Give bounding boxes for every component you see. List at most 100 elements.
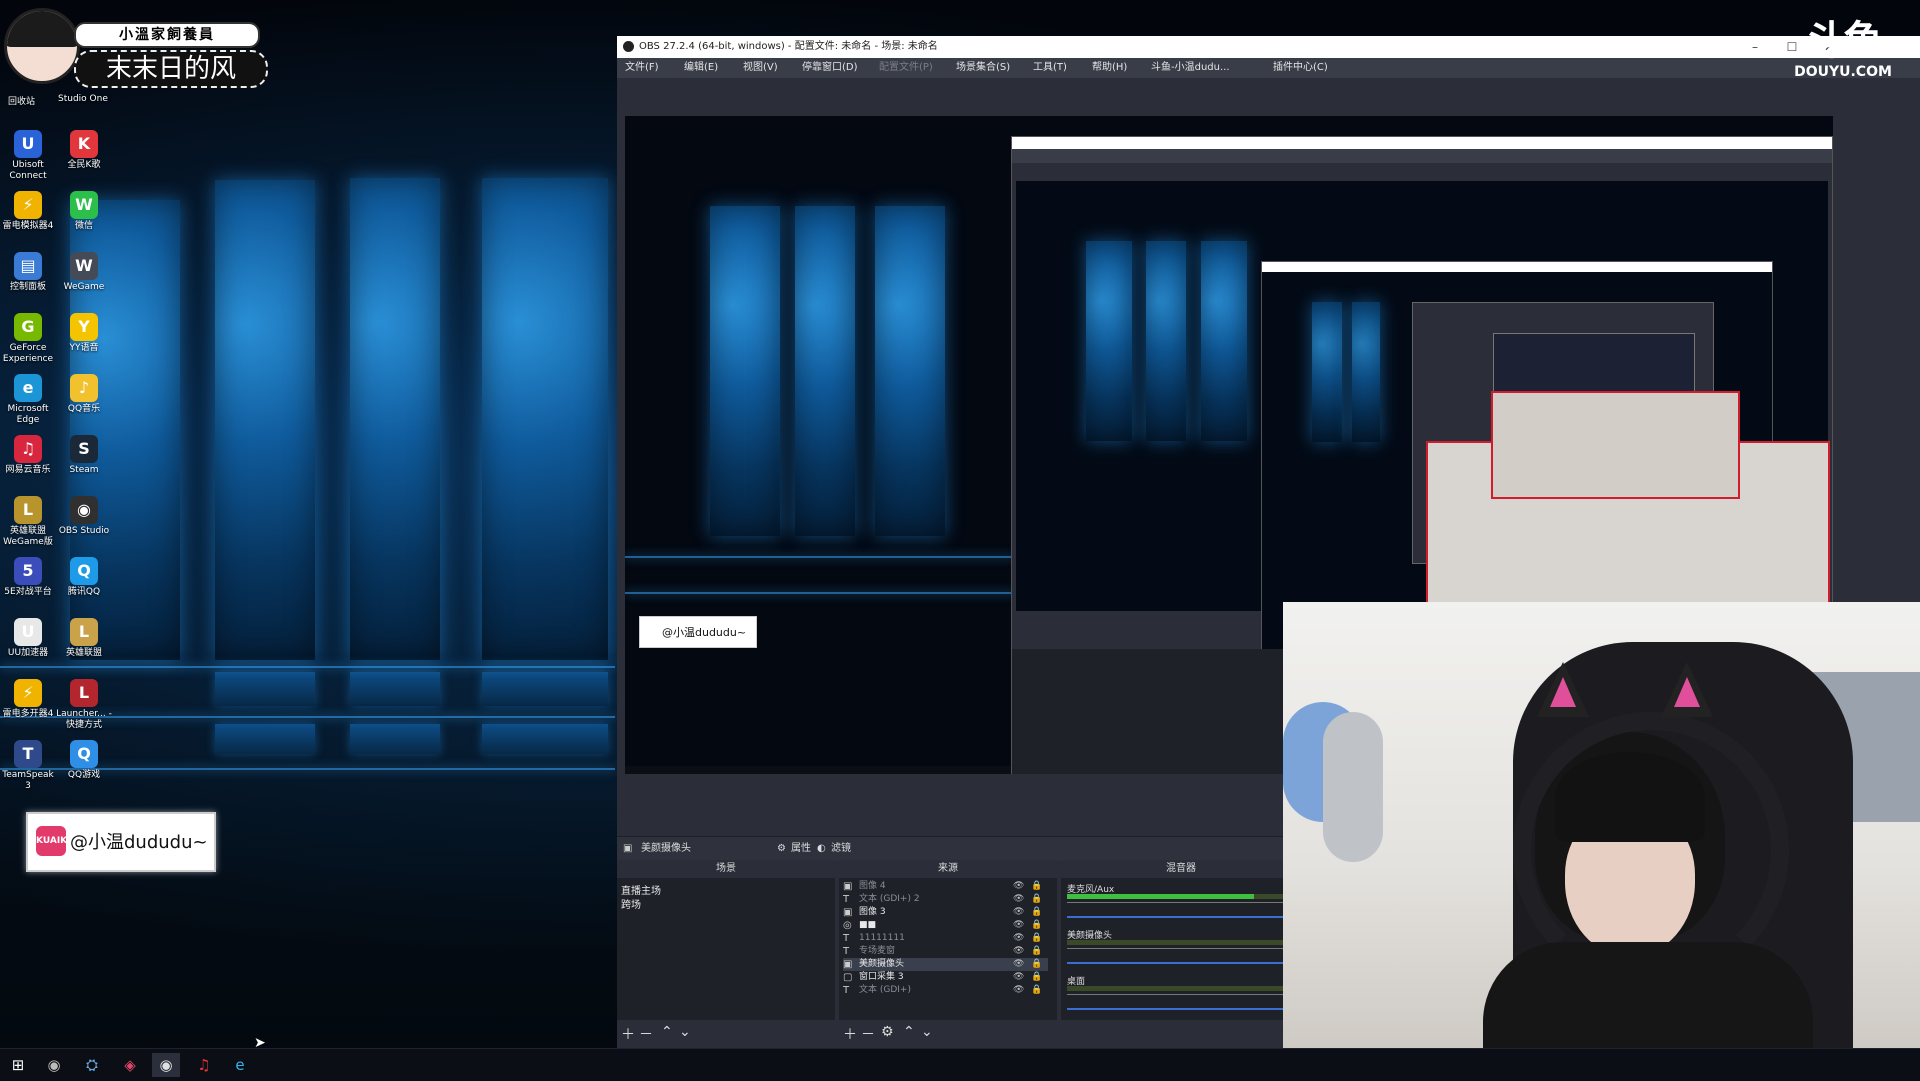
desktop-icon[interactable]: ⚡ 雷电模拟器4 <box>0 191 56 232</box>
volume-slider[interactable] <box>1067 1008 1287 1010</box>
desktop-icon-label: 腾讯QQ <box>67 587 101 597</box>
filter-icon[interactable]: ◐ <box>817 837 826 861</box>
desktop-icon[interactable]: G GeForce Experience <box>0 313 56 365</box>
gear-icon[interactable]: ⚙ <box>777 837 786 861</box>
menu-item[interactable]: 视图(V) <box>743 58 778 78</box>
volume-slider[interactable] <box>1067 916 1287 918</box>
source-row[interactable]: T 文本 (GDI+) 2 👁 🔒 <box>843 893 1048 906</box>
obs-taskbar-icon[interactable]: ◉ <box>40 1053 68 1077</box>
desktop-icon[interactable]: L Launcher... - 快捷方式 <box>56 679 112 731</box>
desktop-icon[interactable]: W 微信 <box>56 191 112 232</box>
desktop-icon[interactable]: Q QQ游戏 <box>56 740 112 781</box>
source-down-button[interactable]: ⌄ <box>921 1024 933 1040</box>
source-name: 文本 (GDI+) <box>859 985 911 995</box>
desktop-icon[interactable]: T TeamSpeak 3 <box>0 740 56 792</box>
lock-icon[interactable]: 🔒 <box>1031 984 1042 997</box>
menu-item[interactable]: 斗鱼-小温dudu... <box>1151 58 1230 78</box>
lock-icon[interactable]: 🔒 <box>1031 919 1042 932</box>
desktop-icon[interactable]: ◉ OBS Studio <box>56 496 112 537</box>
edge-taskbar-icon[interactable]: e <box>226 1053 254 1077</box>
source-row[interactable]: ▣ 图像 3 👁 🔒 <box>843 906 1048 919</box>
add-source-button[interactable]: ＋ <box>843 1024 857 1044</box>
desktop-icon[interactable]: Y YY语音 <box>56 313 112 354</box>
source-up-button[interactable]: ⌃ <box>903 1024 915 1040</box>
windows-start-icon[interactable]: ⊞ <box>4 1053 32 1077</box>
source-row[interactable]: T 专场麦窗 👁 🔒 <box>843 945 1048 958</box>
menu-item[interactable]: 文件(F) <box>625 58 659 78</box>
desktop-icon[interactable]: 5 5E对战平台 <box>0 557 56 598</box>
source-row[interactable]: ▢ 窗口采集 3 👁 🔒 <box>843 971 1048 984</box>
wallpaper-pane <box>215 724 315 754</box>
lock-icon[interactable]: 🔒 <box>1031 958 1042 971</box>
visibility-eye-icon[interactable]: 👁 <box>1013 906 1024 919</box>
remove-source-button[interactable]: － <box>861 1024 875 1044</box>
desktop-icon[interactable]: e Microsoft Edge <box>0 374 56 426</box>
minimize-icon[interactable]: – <box>1740 36 1770 58</box>
filters-button[interactable]: 滤镜 <box>831 837 851 861</box>
visibility-eye-icon[interactable]: 👁 <box>1013 932 1024 945</box>
obs-title-bar[interactable]: OBS 27.2.4 (64-bit, windows) - 配置文件: 未命名… <box>617 36 1920 58</box>
wallpaper-pane <box>482 672 608 706</box>
lock-icon[interactable]: 🔒 <box>1031 906 1042 919</box>
scene-up-button[interactable]: ⌃ <box>661 1024 673 1040</box>
lock-icon[interactable]: 🔒 <box>1031 893 1042 906</box>
source-row[interactable]: T 11111111 👁 🔒 <box>843 932 1048 945</box>
desktop-icon[interactable]: W WeGame <box>56 252 112 293</box>
desktop-icon[interactable]: U Ubisoft Connect <box>0 130 56 182</box>
app-taskbar-icon[interactable]: ◈ <box>116 1053 144 1077</box>
audio-mixer[interactable]: 麦克风/Aux 美颜摄像头 桌面 <box>1061 878 1301 1020</box>
visibility-eye-icon[interactable]: 👁 <box>1013 971 1024 984</box>
source-row[interactable]: ◎ ■■ 👁 🔒 <box>843 919 1048 932</box>
desktop-icon[interactable]: L 英雄联盟 <box>56 618 112 659</box>
add-scene-button[interactable]: ＋ <box>621 1024 635 1044</box>
desktop-icon[interactable]: K 全民K歌 <box>56 130 112 171</box>
visibility-eye-icon[interactable]: 👁 <box>1013 958 1024 971</box>
visibility-eye-icon[interactable]: 👁 <box>1013 919 1024 932</box>
preview-taskbar <box>625 766 1015 774</box>
desktop-icon-label[interactable]: 回收站 <box>8 94 35 107</box>
scene-item[interactable]: 直播主场 <box>621 882 661 897</box>
menu-item[interactable]: 工具(T) <box>1033 58 1067 78</box>
source-row[interactable]: ▣ 美颜摄像头 👁 🔒 <box>843 958 1048 971</box>
lock-icon[interactable]: 🔒 <box>1031 945 1042 958</box>
desktop-icon[interactable]: ▤ 控制面板 <box>0 252 56 293</box>
menu-item[interactable]: 编辑(E) <box>684 58 718 78</box>
wallpaper-pane <box>215 180 315 660</box>
menu-item[interactable]: 插件中心(C) <box>1273 58 1328 78</box>
desktop-icon[interactable]: ♫ 网易云音乐 <box>0 435 56 476</box>
visibility-eye-icon[interactable]: 👁 <box>1013 893 1024 906</box>
scene-item[interactable]: 跨场 <box>621 896 641 911</box>
desktop-icon[interactable]: ⚡ 雷电多开器4 <box>0 679 56 720</box>
scenes-list[interactable]: 直播主场 跨场 <box>617 878 835 1020</box>
sources-list[interactable]: ▣ 图像 4 👁 🔒 T 文本 (GDI+) 2 👁 🔒 ▣ 图像 3 👁 🔒 ◎ ■■ 👁 🔒 T 111111… <box>839 878 1057 1020</box>
menu-item[interactable]: 停靠窗口(D) <box>802 58 858 78</box>
obs-active-taskbar-icon[interactable]: ◉ <box>152 1053 180 1077</box>
visibility-eye-icon[interactable]: 👁 <box>1013 880 1024 893</box>
visibility-eye-icon[interactable]: 👁 <box>1013 984 1024 997</box>
netease-music-taskbar-icon[interactable]: ♫ <box>190 1053 218 1077</box>
source-row[interactable]: T 文本 (GDI+) 👁 🔒 <box>843 984 1048 997</box>
app-icon: ◉ <box>70 496 98 524</box>
source-row[interactable]: ▣ 图像 4 👁 🔒 <box>843 880 1048 893</box>
visibility-eye-icon[interactable]: 👁 <box>1013 945 1024 958</box>
desktop-icon[interactable]: ♪ QQ音乐 <box>56 374 112 415</box>
menu-item[interactable]: 帮助(H) <box>1092 58 1127 78</box>
desktop-icon[interactable]: L 英雄联盟 WeGame版 <box>0 496 56 548</box>
wallpaper-pane <box>215 672 315 706</box>
desktop-icon[interactable]: S Steam <box>56 435 112 476</box>
lock-icon[interactable]: 🔒 <box>1031 880 1042 893</box>
desktop-icon[interactable]: Q 腾讯QQ <box>56 557 112 598</box>
app-icon: K <box>70 130 98 158</box>
lock-icon[interactable]: 🔒 <box>1031 971 1042 984</box>
lock-icon[interactable]: 🔒 <box>1031 932 1042 945</box>
desktop-icon-label[interactable]: Studio One <box>58 94 108 104</box>
properties-button[interactable]: 属性 <box>791 837 811 861</box>
remove-scene-button[interactable]: － <box>639 1024 653 1044</box>
steam-taskbar-icon[interactable]: ⛭ <box>78 1053 106 1077</box>
desktop-icon[interactable]: U UU加速器 <box>0 618 56 659</box>
volume-slider[interactable] <box>1067 962 1287 964</box>
scene-down-button[interactable]: ⌄ <box>679 1024 691 1040</box>
source-settings-icon[interactable]: ⚙ <box>881 1024 894 1040</box>
nested2-wallpaper-pane <box>1312 302 1342 442</box>
menu-item[interactable]: 场景集合(S) <box>956 58 1010 78</box>
